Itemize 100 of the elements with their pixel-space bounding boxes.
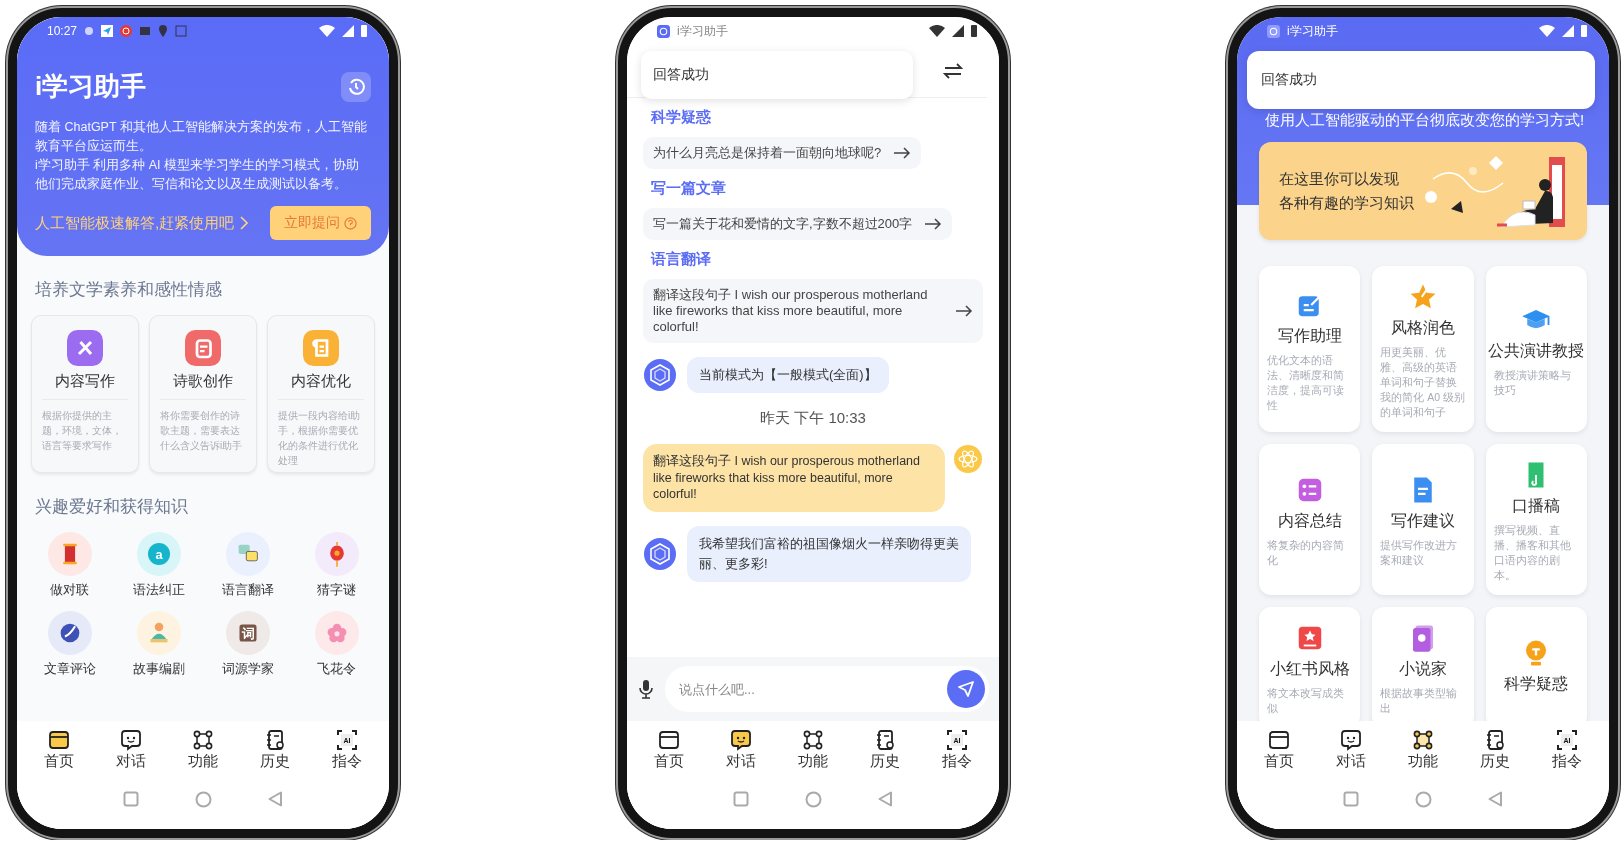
prompt-suggestion[interactable]: 翻译这段句子 I wish our prosperous motherland like fireworks that kiss more beautiful, more colorful! — [643, 279, 983, 343]
question-icon — [344, 216, 357, 230]
prompt-suggestion[interactable]: 为什么月亮总是保持着一面朝向地球呢? — [643, 137, 922, 169]
chat-bubble-icon — [1339, 727, 1363, 752]
card-title: 口播稿 — [1512, 496, 1561, 516]
item-label: 故事编剧 — [132, 660, 185, 678]
card-title: 写作建议 — [1391, 511, 1455, 531]
image-icon — [139, 25, 152, 37]
back-button[interactable] — [878, 791, 893, 807]
card-description: 优化文本的语法、清晰度和简洁度，提高可读性 — [1267, 352, 1345, 413]
message-field[interactable]: 说点什么吧... — [665, 666, 989, 712]
send-icon — [101, 25, 114, 37]
tab-bar-item[interactable]: 历史 — [247, 725, 303, 773]
feature-item[interactable]: 词 词源学家 — [203, 611, 292, 678]
tab-bar-item[interactable]: 功能 — [785, 725, 841, 773]
square-icon — [123, 791, 139, 807]
card-description: 教授演讲策略与技巧 — [1493, 367, 1572, 398]
card-title: 风格润色 — [1391, 318, 1455, 338]
recent-apps-button[interactable] — [1343, 791, 1359, 807]
triangle-icon — [1488, 791, 1503, 807]
app-icon — [657, 24, 670, 38]
card-description: 用更美丽、优雅、高级的英语单词和句子替换我的简化 A0 级别的单词和句子 — [1380, 345, 1466, 420]
microphone-button[interactable] — [639, 679, 653, 699]
feature-card[interactable]: 风格润色 用更美丽、优雅、高级的英语单词和句子替换我的简化 A0 级别的单词和句子 — [1372, 266, 1474, 432]
card-title: 内容总结 — [1277, 511, 1342, 531]
card-title: 公共演讲教授 — [1488, 340, 1585, 361]
back-button[interactable] — [268, 791, 283, 807]
card-description: 根据你提供的主题，环境，文体，语言等要求写作 — [42, 399, 128, 453]
promo-text: 人工智能极速解答,赶紧使用吧 — [35, 213, 235, 233]
feature-item[interactable]: a 语法纠正 — [114, 532, 203, 599]
square-icon — [1343, 791, 1359, 807]
section-title: 兴趣爱好和获得知识 — [35, 496, 189, 518]
tab-bar-item[interactable]: 功能 — [1395, 725, 1451, 773]
swap-arrows-icon — [943, 63, 963, 79]
feature-card[interactable]: 内容写作 根据你提供的主题，环境，文体，语言等要求写作 — [31, 315, 139, 473]
location-icon — [158, 25, 169, 37]
card-title: 内容写作 — [55, 372, 115, 391]
chat-bubble-icon — [119, 727, 143, 752]
circle-icon — [195, 790, 212, 808]
tab-bar-item[interactable]: 首页 — [31, 725, 87, 773]
card-title: 写作助理 — [1277, 325, 1342, 346]
home-button[interactable] — [1415, 790, 1432, 808]
category-title: 语言翻译 — [651, 250, 712, 269]
square-icon — [733, 791, 749, 807]
tab-bar-item[interactable]: 历史 — [1467, 725, 1523, 773]
feature-item[interactable]: 故事编剧 — [114, 611, 203, 678]
status-time: 10:27 — [47, 24, 78, 38]
send-button[interactable] — [947, 670, 985, 708]
home-button[interactable] — [195, 790, 212, 808]
tab-bar-item[interactable]: 首页 — [1251, 725, 1307, 773]
recent-apps-button[interactable] — [733, 791, 749, 807]
wifi-icon — [319, 25, 335, 37]
signal-icon — [342, 25, 354, 37]
recent-apps-button[interactable] — [123, 791, 139, 807]
user-message: 翻译这段句子 I wish our prosperous motherland like fireworks that kiss more beautiful, more colorful! — [643, 444, 945, 512]
tab-bar-item[interactable]: 首页 — [641, 725, 697, 773]
feature-item[interactable]: 猜字谜 — [292, 532, 381, 599]
tab-bar-item[interactable]: 对话 — [713, 725, 769, 773]
card-title: 小红书风格 — [1269, 659, 1350, 679]
feature-card[interactable]: 写作建议 提供写作改进方案和建议 — [1372, 444, 1474, 595]
feature-card[interactable]: 小说家 根据故事类型输出 — [1372, 607, 1474, 721]
bot-message: 当前模式为【一般模式(全面)】 — [687, 357, 889, 393]
microphone-icon — [639, 679, 653, 699]
prompt-suggestion[interactable]: 写一篇关于花和爱情的文字,字数不超过200字 — [643, 208, 953, 240]
chevron-right-icon — [240, 216, 249, 230]
feature-card[interactable]: 口播稿 撰写视频、直播、播客和其他口语内容的剧本。 — [1485, 444, 1587, 595]
banner-text: 使用人工智能驱动的平台彻底改变您的学习方式! — [1265, 111, 1586, 130]
app-name: i学习助手 — [677, 22, 728, 40]
feature-item[interactable]: 做对联 — [25, 532, 114, 599]
tab-bar-item[interactable]: 历史 — [857, 725, 913, 773]
app-name: i学习助手 — [1287, 22, 1338, 40]
tab-bar-item[interactable]: 功能 — [175, 725, 231, 773]
swap-button[interactable] — [943, 63, 963, 79]
arrow-right-icon — [955, 305, 973, 317]
signal-icon — [952, 25, 964, 37]
tab-bar-item[interactable]: 对话 — [103, 725, 159, 773]
bot-avatar — [643, 536, 677, 571]
signal-icon — [1562, 25, 1574, 37]
feature-item[interactable]: 飞花令 — [292, 611, 381, 678]
feature-card[interactable]: 公共演讲教授 教授演讲策略与技巧 — [1485, 266, 1587, 432]
refresh-button[interactable] — [341, 71, 371, 102]
feature-item[interactable]: 语言翻译 — [203, 532, 292, 599]
refresh-icon — [347, 77, 365, 96]
battery-icon — [971, 25, 977, 37]
app-icon — [120, 25, 133, 37]
category-title: 科学疑惑 — [651, 108, 712, 127]
home-button[interactable] — [805, 790, 822, 808]
card-title: 诗歌创作 — [173, 372, 233, 391]
circle-icon — [805, 790, 822, 808]
feature-item[interactable]: 文章评论 — [25, 611, 114, 678]
feature-card[interactable]: 写作助理 优化文本的语法、清晰度和简洁度，提高可读性 — [1259, 266, 1361, 432]
category-title: 写一篇文章 — [651, 179, 727, 198]
back-button[interactable] — [1488, 791, 1503, 807]
feature-card[interactable]: 小红书风格 将文本改写成类似 — [1259, 607, 1361, 721]
tab-bar-item[interactable]: 对话 — [1323, 725, 1379, 773]
message-timestamp: 昨天 下午 10:33 — [759, 409, 867, 428]
feature-card[interactable]: 内容总结 将复杂的内容简化 — [1259, 444, 1361, 595]
feature-card[interactable]: 科学疑惑 — [1485, 607, 1587, 721]
item-label: 语法纠正 — [132, 581, 185, 599]
battery-icon — [1581, 25, 1587, 37]
